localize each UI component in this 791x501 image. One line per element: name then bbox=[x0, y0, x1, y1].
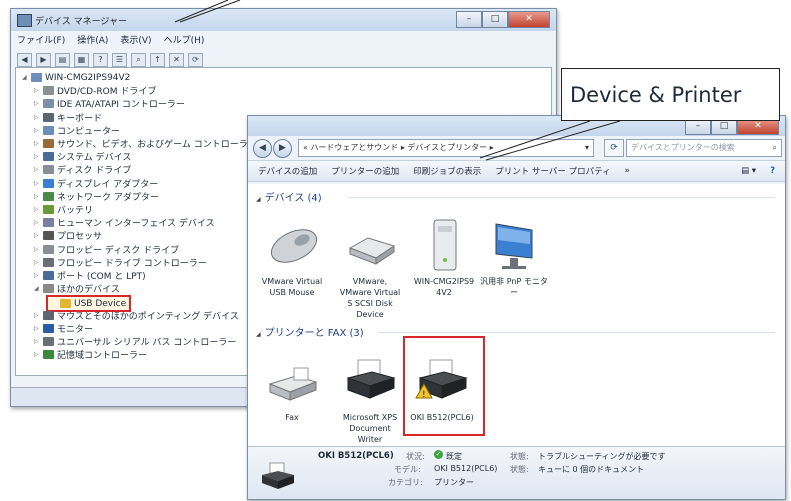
callout-pointer-lines bbox=[174, 0, 621, 161]
